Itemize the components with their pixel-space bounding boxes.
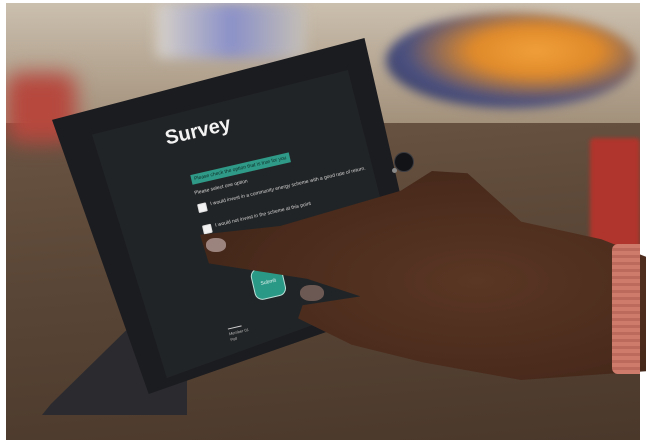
fingernail bbox=[206, 238, 226, 252]
blurred-cup bbox=[156, 3, 306, 58]
checkbox-icon[interactable] bbox=[201, 223, 213, 235]
fruit-bowl bbox=[386, 13, 636, 108]
pink-sleeve bbox=[612, 244, 640, 374]
survey-footer: Member 01 Poll bbox=[227, 324, 251, 343]
thumb-nail bbox=[300, 285, 324, 301]
red-book bbox=[590, 138, 640, 253]
checkbox-icon[interactable] bbox=[197, 202, 208, 214]
